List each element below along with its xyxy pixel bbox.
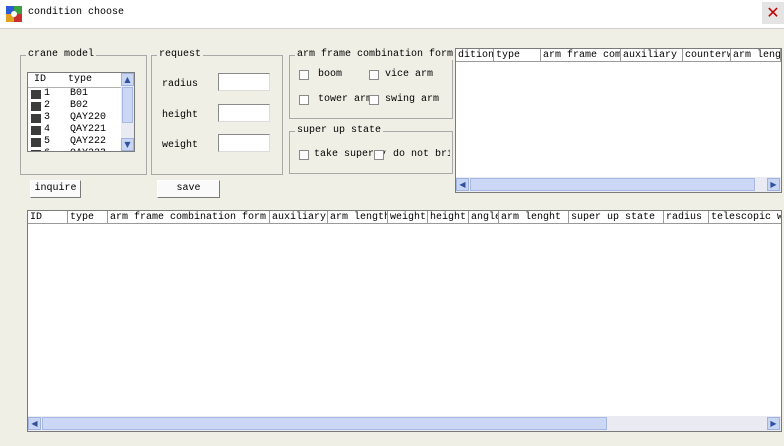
do-not-bring-label: do not bring [393, 149, 450, 160]
crane-col-type: type [68, 74, 93, 85]
crane-type: B02 [70, 100, 89, 111]
take-super-checkbox[interactable] [299, 150, 309, 160]
scroll-right-icon[interactable]: ▶ [767, 417, 780, 430]
top-col-arm-frame: arm frame comb [541, 49, 621, 62]
boom-checkbox[interactable] [299, 70, 309, 80]
window-title: condition choose [28, 7, 125, 18]
scroll-right-icon[interactable]: ▶ [767, 178, 780, 191]
close-icon: ✕ [766, 3, 780, 22]
title-bar: condition choose ✕ [0, 0, 784, 29]
bottom-col-type: type [68, 211, 108, 224]
scroll-left-icon[interactable]: ◀ [28, 417, 41, 430]
list-item[interactable]: 6 QAY223 [28, 148, 122, 151]
bottom-grid-hscrollbar[interactable]: ◀ ▶ [28, 416, 781, 431]
bottom-col-arm-frame: arm frame combination form [108, 211, 270, 224]
bottom-col-telescopic: telescopic way [709, 211, 781, 224]
bottom-col-auxiliary: auxiliary [270, 211, 328, 224]
scroll-down-icon[interactable]: ▼ [121, 138, 134, 151]
scroll-thumb[interactable] [122, 87, 133, 123]
bottom-col-id: ID [28, 211, 68, 224]
weight-input[interactable] [218, 134, 270, 152]
swing-arm-checkbox[interactable] [369, 95, 379, 105]
crane-type: QAY220 [70, 112, 107, 123]
close-button[interactable]: ✕ [762, 2, 784, 24]
save-button[interactable]: save [157, 180, 220, 198]
row-marker-icon [31, 90, 41, 99]
crane-id: 1 [44, 88, 51, 99]
request-legend: request [157, 49, 204, 60]
crane-id: 3 [44, 112, 51, 123]
super-up-legend: super up state [295, 125, 384, 136]
crane-id: 2 [44, 100, 51, 111]
row-marker-icon [31, 150, 41, 151]
row-marker-icon [31, 102, 41, 111]
crane-type: QAY222 [70, 136, 107, 147]
arm-frame-group: arm frame combination form boom vice arm… [289, 49, 456, 119]
boom-label: boom [318, 69, 343, 80]
scroll-left-icon[interactable]: ◀ [456, 178, 469, 191]
weight-label: weight [162, 140, 199, 151]
bottom-col-angle: angle [469, 211, 499, 224]
crane-list-header: ID type [28, 73, 122, 88]
tower-arm-label: tower arm [318, 94, 373, 105]
height-label: height [162, 110, 199, 121]
scroll-thumb[interactable] [42, 417, 607, 430]
crane-type: QAY221 [70, 124, 107, 135]
row-marker-icon [31, 138, 41, 147]
crane-id: 4 [44, 124, 51, 135]
top-col-dition: dition [456, 49, 494, 62]
crane-type: B01 [70, 88, 89, 99]
top-col-arm-length: arm leng [731, 49, 781, 62]
result-grid-bottom[interactable]: ID type arm frame combination form auxil… [27, 210, 782, 432]
do-not-bring-checkbox[interactable] [374, 150, 384, 160]
crane-model-list[interactable]: ID type 1 B01 2 B02 3 QAY220 4 QAY221 5 … [27, 72, 135, 152]
crane-col-id: ID [34, 74, 47, 85]
row-marker-icon [31, 114, 41, 123]
bottom-col-radius: radius [664, 211, 709, 224]
radius-input[interactable] [218, 73, 270, 91]
app-puzzle-icon [6, 6, 22, 22]
row-marker-icon [31, 126, 41, 135]
bottom-col-arm-length: arm length [328, 211, 388, 224]
result-grid-top[interactable]: dition type arm frame comb auxiliary a c… [455, 48, 782, 193]
swing-arm-label: swing arm [385, 94, 440, 105]
crane-type: QAY223 [70, 148, 106, 151]
tower-arm-checkbox[interactable] [299, 95, 309, 105]
vice-arm-checkbox[interactable] [369, 70, 379, 80]
request-group: request radius height weight [151, 49, 283, 175]
scroll-up-icon[interactable]: ▲ [121, 73, 134, 86]
height-input[interactable] [218, 104, 270, 122]
top-grid-hscrollbar[interactable]: ◀ ▶ [456, 177, 781, 192]
top-col-type: type [494, 49, 541, 62]
bottom-col-arm-lenght: arm lenght [499, 211, 569, 224]
crane-model-legend: crane model [26, 49, 97, 60]
radius-label: radius [162, 79, 199, 90]
arm-frame-legend: arm frame combination form [295, 49, 456, 60]
bottom-col-height: height [428, 211, 469, 224]
crane-id: 6 [44, 148, 50, 151]
top-col-auxiliary: auxiliary a [621, 49, 683, 62]
super-up-group: super up state take super y do not bring [289, 125, 453, 174]
bottom-col-super-up: super up state [569, 211, 664, 224]
crane-list-scrollbar[interactable]: ▲ ▼ [121, 73, 134, 151]
bottom-col-weight: weight [388, 211, 428, 224]
scroll-thumb[interactable] [470, 178, 755, 191]
crane-id: 5 [44, 136, 51, 147]
vice-arm-label: vice arm [385, 69, 434, 80]
inquire-button[interactable]: inquire [30, 180, 81, 198]
top-col-counterweight: counterw [683, 49, 731, 62]
